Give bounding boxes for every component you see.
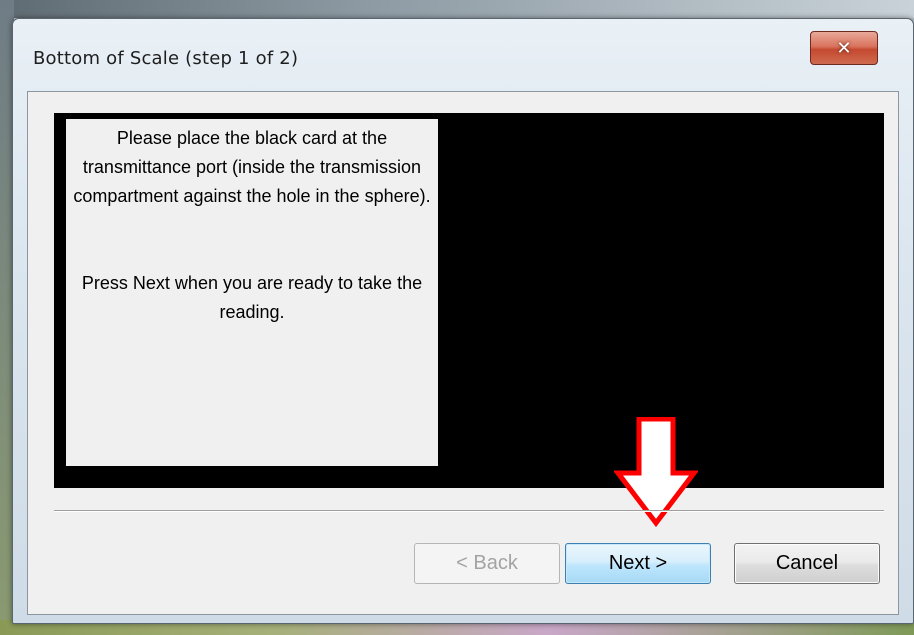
instruction-image-panel: Please place the black card at the trans… bbox=[54, 113, 884, 527]
dialog-title: Bottom of Scale (step 1 of 2) bbox=[33, 48, 299, 69]
dialog-window: Bottom of Scale (step 1 of 2) ✕ Please p… bbox=[12, 18, 914, 624]
dialog-client-area: Please place the black card at the trans… bbox=[27, 91, 899, 615]
close-icon: ✕ bbox=[836, 37, 852, 59]
close-button[interactable]: ✕ bbox=[810, 31, 878, 65]
next-button[interactable]: Next > bbox=[565, 543, 711, 584]
desktop-background-strip bbox=[0, 0, 914, 18]
back-button[interactable]: < Back bbox=[414, 543, 560, 584]
instruction-text-next: Press Next when you are ready to take th… bbox=[81, 273, 423, 322]
instruction-spacer bbox=[70, 211, 434, 269]
instructions-box: Please place the black card at the trans… bbox=[66, 119, 438, 466]
cancel-button[interactable]: Cancel bbox=[734, 543, 880, 584]
instruction-text-placement: Please place the black card at the trans… bbox=[73, 128, 431, 206]
dialog-separator bbox=[54, 510, 884, 512]
